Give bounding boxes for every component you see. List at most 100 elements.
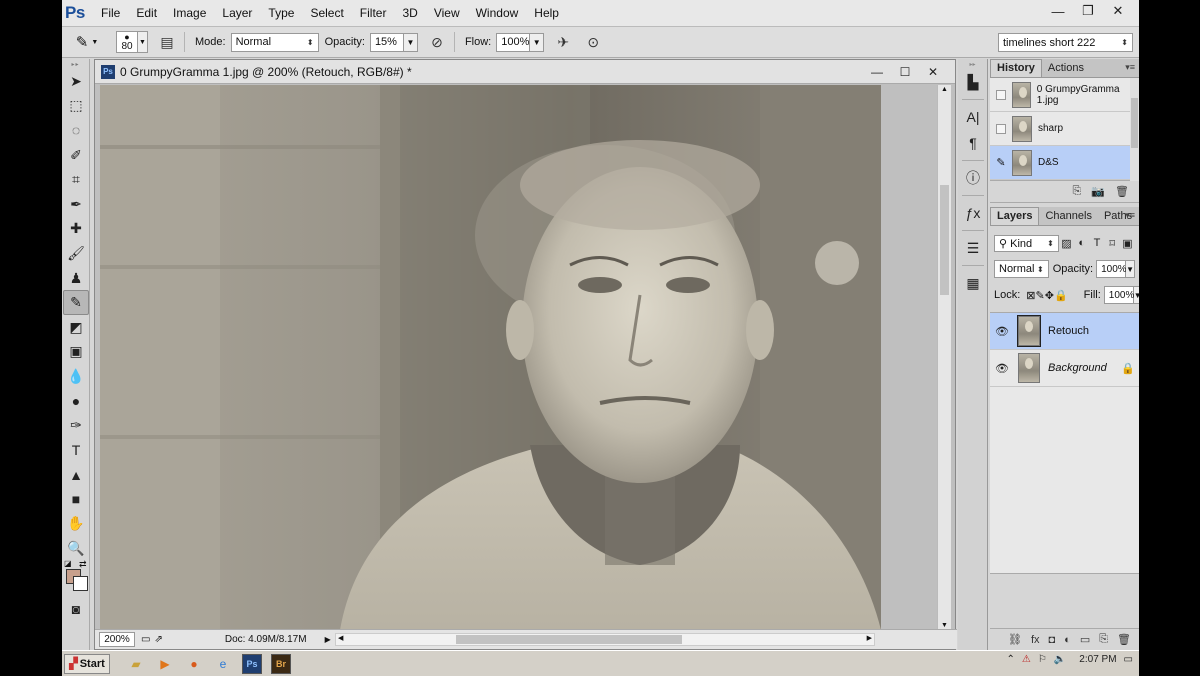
- layer-kind-select[interactable]: ⚲ Kind ⬍: [994, 234, 1059, 252]
- layer-opacity-toggle[interactable]: ▼: [1126, 260, 1135, 278]
- pressure-opacity-button[interactable]: ⊘: [426, 31, 448, 53]
- taskbar-firefox[interactable]: ●: [184, 654, 204, 674]
- network-icon[interactable]: ⚠: [1022, 654, 1031, 665]
- restore-button[interactable]: ❐: [1073, 0, 1103, 22]
- show-desktop-icon[interactable]: ▭: [1124, 654, 1133, 665]
- pixel-filter-icon[interactable]: ▨: [1059, 237, 1074, 250]
- taskbar-explorer[interactable]: ▰: [126, 654, 146, 674]
- volume-icon[interactable]: 🔈: [1054, 654, 1066, 665]
- menu-select[interactable]: Select: [302, 0, 351, 26]
- flag-icon[interactable]: ⚐: [1038, 654, 1047, 665]
- quick-selection-tool[interactable]: ✐: [63, 143, 89, 168]
- workspace-select[interactable]: timelines short 222 ⬍: [998, 33, 1133, 52]
- shape-tool[interactable]: ■: [63, 487, 89, 512]
- scroll-up-icon[interactable]: ▲: [941, 86, 948, 93]
- flow-input[interactable]: 100%: [496, 32, 531, 52]
- doc-close-button[interactable]: ✕: [919, 62, 947, 82]
- brush-tool[interactable]: 🖌: [63, 241, 89, 266]
- tab-layers[interactable]: Layers: [990, 207, 1040, 225]
- vertical-scrollbar[interactable]: ▲ ▼: [937, 85, 951, 630]
- pen-tool[interactable]: ✑: [63, 413, 89, 438]
- default-colors-icon[interactable]: ◪: [64, 559, 72, 568]
- tab-channels[interactable]: Channels: [1039, 208, 1097, 225]
- menu-window[interactable]: Window: [468, 0, 527, 26]
- vertical-scroll-thumb[interactable]: [940, 185, 949, 295]
- image-canvas[interactable]: [100, 85, 881, 630]
- swatches-panel-button[interactable]: ▦: [958, 270, 988, 296]
- share-icon[interactable]: ⇗: [154, 634, 162, 645]
- airbrush-button[interactable]: ✈: [552, 31, 574, 53]
- lasso-tool[interactable]: ◌: [63, 118, 89, 143]
- type-filter-icon[interactable]: T: [1089, 237, 1104, 249]
- lock-all-icon[interactable]: 🔒: [1054, 289, 1068, 302]
- brush-size-picker[interactable]: ● 80: [116, 31, 138, 53]
- history-source-checkbox[interactable]: [996, 89, 1006, 100]
- flow-slider-toggle[interactable]: ▼: [530, 32, 545, 52]
- brush-size-dropdown[interactable]: ▼: [138, 31, 148, 53]
- info-panel-button[interactable]: ⓘ: [958, 165, 988, 191]
- history-brush-tool[interactable]: ✎: [63, 290, 89, 315]
- new-layer-icon[interactable]: ⎘: [1099, 633, 1108, 646]
- adjustments-panel-button[interactable]: ☰: [958, 235, 988, 261]
- pressure-size-button[interactable]: ⊙: [582, 31, 604, 53]
- move-tool[interactable]: ➤: [63, 69, 89, 94]
- quick-mask-button[interactable]: ◙: [63, 597, 89, 622]
- start-button[interactable]: ▞ Start: [64, 653, 110, 674]
- menu-layer[interactable]: Layer: [214, 0, 260, 26]
- taskbar-bridge[interactable]: Br: [271, 653, 291, 674]
- status-info-icon[interactable]: ▭: [141, 634, 150, 645]
- eye-icon[interactable]: 👁: [990, 325, 1014, 338]
- scroll-right-icon[interactable]: ▶: [867, 634, 872, 642]
- path-selection-tool[interactable]: ▲: [63, 463, 89, 488]
- history-item[interactable]: 0 GrumpyGramma 1.jpg: [990, 78, 1139, 112]
- layer-opacity-input[interactable]: 100%: [1096, 260, 1127, 278]
- snapshot-camera-icon[interactable]: 📷: [1091, 185, 1105, 198]
- character-panel-button[interactable]: A|: [958, 104, 988, 130]
- menu-view[interactable]: View: [426, 0, 468, 26]
- menu-type[interactable]: Type: [260, 0, 302, 26]
- eyedropper-tool[interactable]: ✒: [63, 192, 89, 217]
- lock-transparency-icon[interactable]: ⊠: [1026, 289, 1035, 302]
- adjustment-filter-icon[interactable]: ◐: [1074, 237, 1089, 249]
- new-document-from-state-icon[interactable]: ⎘: [1073, 185, 1082, 198]
- tab-history[interactable]: History: [990, 59, 1042, 77]
- panel-grip[interactable]: ▸▸: [958, 59, 987, 69]
- scroll-left-icon[interactable]: ◀: [338, 634, 343, 642]
- history-item[interactable]: sharp: [990, 112, 1139, 146]
- opacity-slider-toggle[interactable]: ▼: [403, 32, 418, 52]
- crop-tool[interactable]: ⌗: [63, 167, 89, 192]
- lock-position-icon[interactable]: ✥: [1045, 289, 1054, 302]
- lock-pixels-icon[interactable]: ✎: [1036, 289, 1045, 302]
- hand-tool[interactable]: ✋: [63, 512, 89, 537]
- horizontal-scrollbar[interactable]: ◀ ▶: [335, 633, 875, 646]
- blur-tool[interactable]: 💧: [63, 364, 89, 389]
- fill-toggle[interactable]: ▼: [1133, 286, 1139, 304]
- scroll-down-icon[interactable]: ▼: [941, 622, 948, 629]
- paragraph-panel-button[interactable]: ¶: [958, 130, 988, 156]
- actions-panel-button[interactable]: ƒx: [958, 200, 988, 226]
- layer-row-background[interactable]: 👁 Background 🔒: [990, 350, 1139, 387]
- fill-input[interactable]: 100%: [1103, 286, 1134, 304]
- menu-filter[interactable]: Filter: [352, 0, 395, 26]
- dodge-tool[interactable]: ●: [63, 389, 89, 414]
- status-menu-arrow-icon[interactable]: ▶: [325, 635, 331, 644]
- adjustment-layer-icon[interactable]: ◐: [1064, 634, 1071, 646]
- trash-icon[interactable]: 🗑: [1117, 633, 1131, 646]
- mode-select[interactable]: Normal ⬍: [230, 32, 319, 52]
- gradient-tool[interactable]: ▣: [63, 340, 89, 365]
- clone-stamp-tool[interactable]: ♟: [63, 266, 89, 291]
- history-scroll-thumb[interactable]: [1131, 98, 1138, 148]
- new-group-folder-icon[interactable]: ▭: [1080, 633, 1090, 646]
- taskbar-internet-explorer[interactable]: e: [213, 654, 233, 674]
- show-hidden-icons-icon[interactable]: ⌃: [1007, 654, 1015, 665]
- doc-minimize-button[interactable]: —: [863, 62, 891, 82]
- doc-maximize-button[interactable]: ☐: [891, 62, 919, 82]
- history-source-checkbox[interactable]: [996, 123, 1006, 134]
- history-scrollbar[interactable]: [1130, 78, 1139, 181]
- history-item-selected[interactable]: ✎ D&S: [990, 146, 1139, 180]
- close-button[interactable]: ✕: [1103, 0, 1133, 22]
- tab-actions[interactable]: Actions: [1042, 60, 1090, 77]
- panel-menu-icon[interactable]: ▾≡: [1125, 62, 1135, 73]
- eye-icon[interactable]: 👁: [990, 362, 1014, 375]
- panel-menu-icon[interactable]: ▾≡: [1125, 210, 1135, 221]
